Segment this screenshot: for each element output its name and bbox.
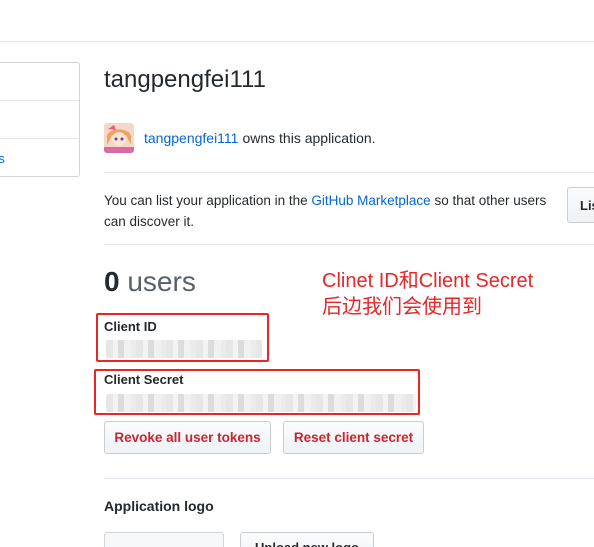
header-divider [0, 41, 594, 42]
owner-row: tangpengfei111 owns this application. [104, 122, 376, 154]
users-count-label: users [127, 266, 196, 297]
application-title: tangpengfei111 [104, 66, 266, 93]
owner-text: owns this application. [242, 130, 376, 146]
annotation-line-1: Clinet ID和Client Secret [322, 270, 534, 292]
avatar[interactable] [104, 123, 134, 153]
divider [104, 478, 594, 479]
application-logo-preview [104, 532, 224, 547]
users-count-number: 0 [104, 266, 120, 297]
marketplace-text: You can list your application in the Git… [104, 190, 566, 232]
settings-sidebar: ns [0, 62, 80, 177]
application-logo-heading: Application logo [104, 498, 214, 514]
annotation-note: Clinet ID和Client Secret 后边我们会使用到 [322, 268, 533, 320]
annotation-line-2: 后边我们会使用到 [322, 296, 482, 318]
list-in-marketplace-button[interactable]: List [567, 187, 594, 223]
users-count: 0 users [104, 266, 196, 298]
sidebar-item-label: ns [0, 151, 5, 166]
marketplace-link[interactable]: GitHub Marketplace [311, 193, 430, 208]
revoke-all-user-tokens-button[interactable]: Revoke all user tokens [104, 421, 271, 454]
client-id-highlight-box [96, 313, 269, 362]
sidebar-item[interactable] [0, 63, 79, 101]
marketplace-text-before: You can list your application in the [104, 193, 312, 208]
upload-logo-button[interactable]: Upload new logo [240, 532, 374, 547]
sidebar-item[interactable]: ns [0, 139, 79, 177]
divider [104, 244, 594, 245]
client-secret-highlight-box [94, 369, 420, 415]
owner-link[interactable]: tangpengfei111 [144, 130, 238, 146]
sidebar-item[interactable] [0, 101, 79, 139]
reset-client-secret-button[interactable]: Reset client secret [283, 421, 424, 454]
divider [104, 172, 594, 173]
